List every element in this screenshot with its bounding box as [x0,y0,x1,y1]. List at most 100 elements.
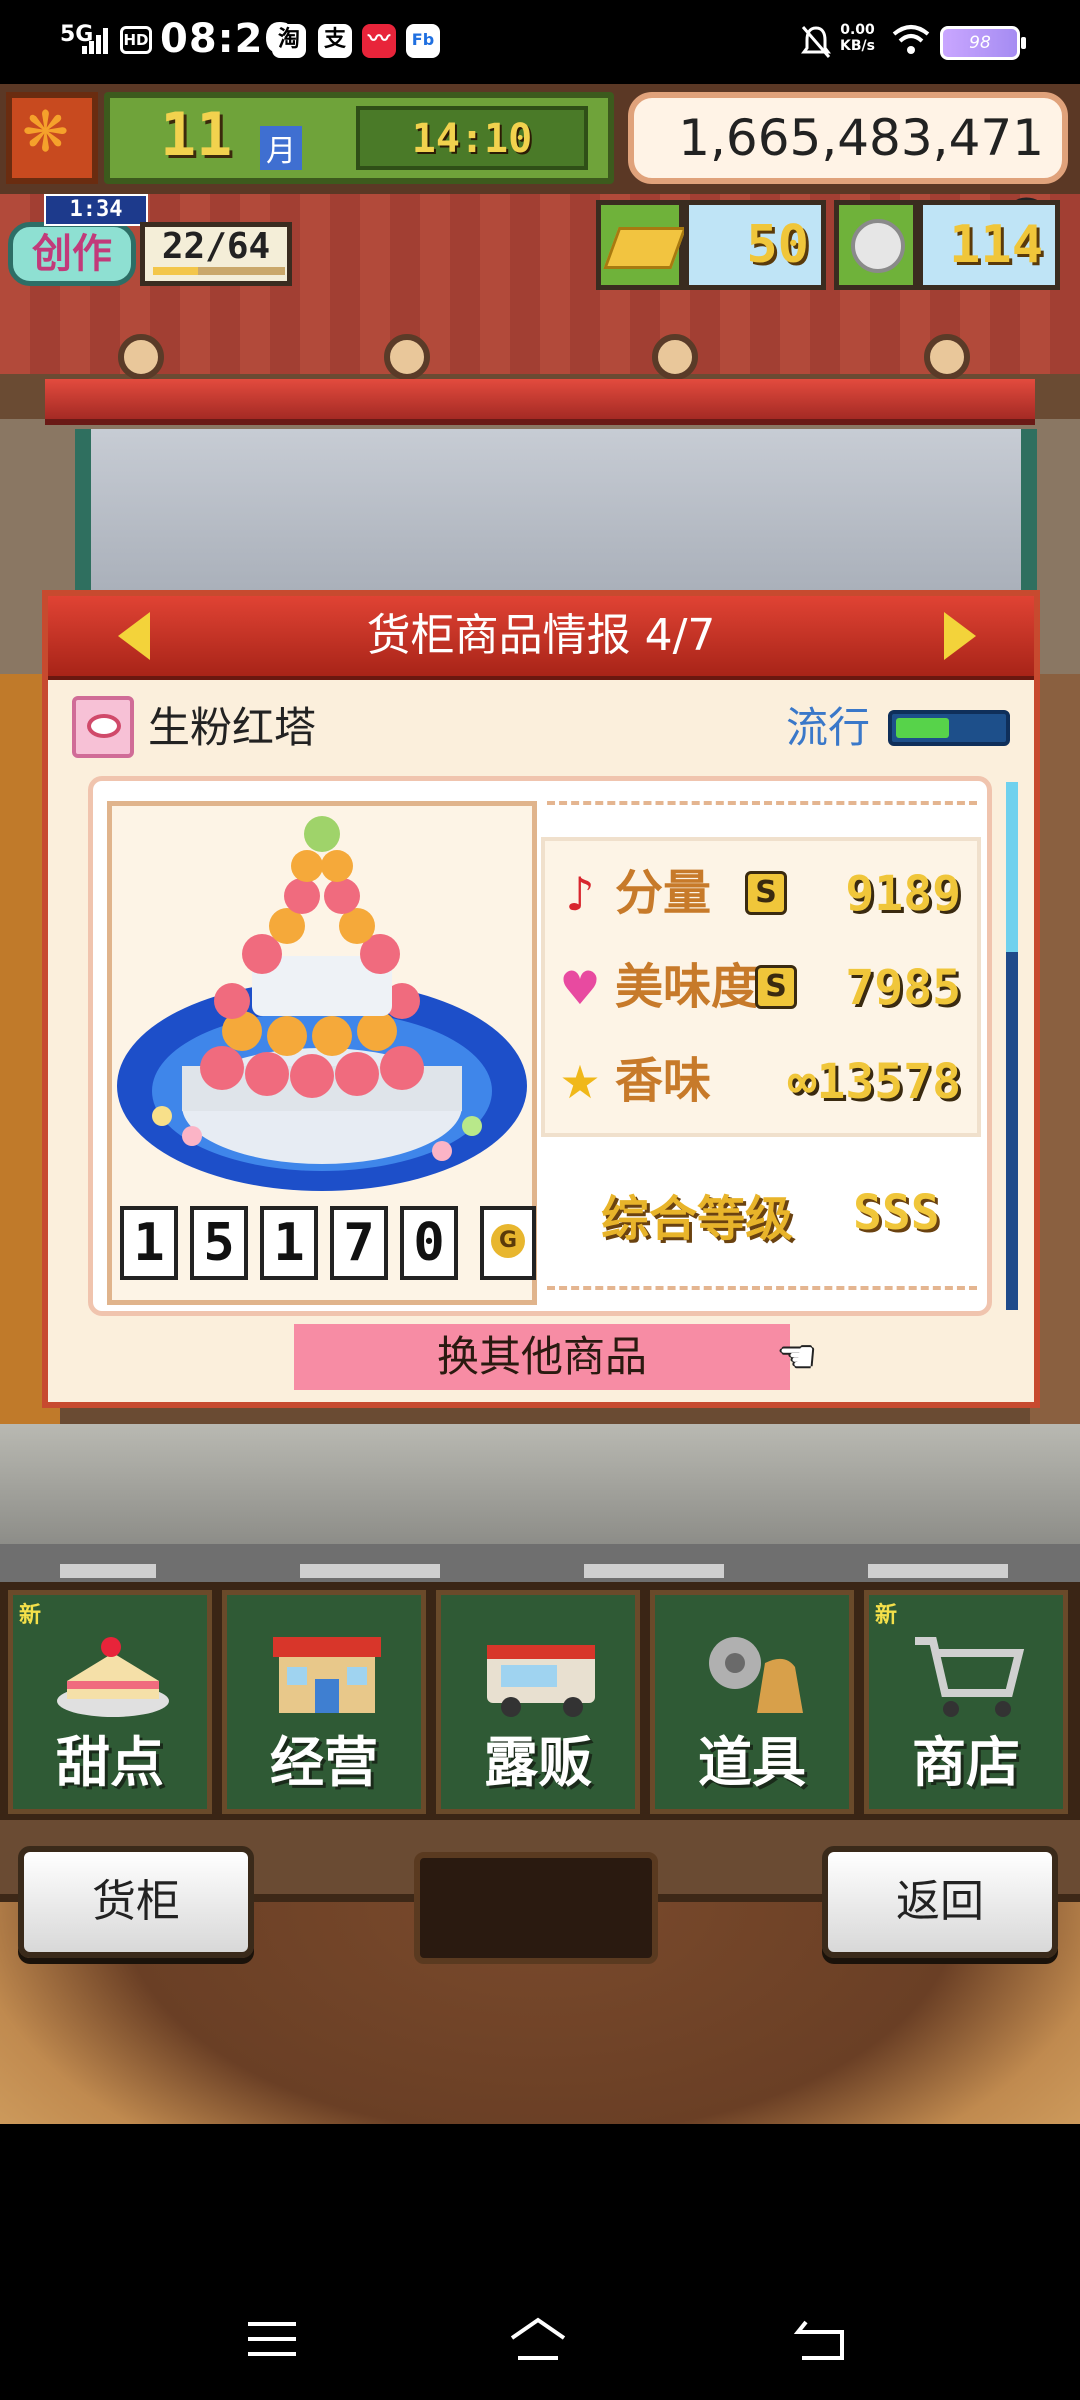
category-label: 甜点 [56,1731,164,1794]
money-display: 1,665,483,471 G [628,92,1068,247]
status-bar: 5G HD 08:26 淘 支 〰 Fb 0.00 KB/s 98 [0,0,1080,84]
app-red-icon: 〰 [362,24,396,58]
product-image-frame: 1 5 1 7 0 G [107,801,537,1305]
month-number: 11 [160,100,233,170]
stat-row-aroma: ★ 香味 ∞13578 [545,1037,977,1127]
overall-rank-label: 综合等级 [601,1191,794,1247]
heart-icon: ♥ [559,961,601,1015]
create-count: 22/64 [140,222,292,286]
alipay-icon: 支 [318,24,352,58]
create-badge[interactable]: 创作 1:34 22/64 [8,194,293,293]
shopping-cart-icon [915,1637,1025,1717]
game-clock: 14:10 [356,106,588,170]
shop-awning [45,379,1035,425]
mute-icon [801,26,831,58]
road-marking [868,1564,1008,1578]
category-label: 露贩 [484,1731,592,1794]
price-display: 1 5 1 7 0 G [120,1206,536,1288]
net-speed: 0.00 KB/s [840,22,875,54]
stats-box: ♪ 分量 S 9189 ♥ 美味度 S 7985 ★ 香味 ∞13578 [541,837,981,1137]
month-unit: 月 [260,126,302,170]
gold-coin-icon: G [480,1206,536,1280]
coin-count: 114 [918,200,1060,290]
shelf-button[interactable]: 货柜 [18,1846,254,1958]
home-icon[interactable] [508,2314,568,2364]
roof-lamp [384,334,430,380]
price-digit: 5 [190,1206,248,1280]
overall-rank-value: SSS [853,1185,940,1241]
sidewalk [0,1424,1080,1544]
food-truck-icon [487,1645,595,1717]
category-manage[interactable]: 经营 [222,1590,426,1814]
stat-rank: S [755,965,797,1009]
category-shop[interactable]: 新 商店 [864,1590,1068,1814]
product-detail-card: 1 5 1 7 0 G ♪ 分量 S 9189 ♥ 美味度 S 7985 ★ 香… [88,776,992,1316]
category-label: 道具 [698,1731,806,1794]
menu-icon[interactable] [242,2314,302,2364]
center-slot [414,1852,658,1964]
system-nav-bar [0,2124,1080,2400]
category-label: 商店 [912,1731,1020,1794]
roof-lamp [118,334,164,380]
scrollbar[interactable] [1006,782,1018,1310]
price-digit: 1 [260,1206,318,1280]
taobao-icon: 淘 [272,24,306,58]
price-digit: 0 [400,1206,458,1280]
trend-label: 流行 [786,703,871,752]
product-info-dialog: 货柜商品情报 4/7 生粉红塔 流行 1 5 1 7 0 G ♪ 分量 S 91… [42,590,1040,1408]
back-nav-icon[interactable] [792,2314,852,2364]
stat-value: 9189 [845,866,961,922]
stat-value: ∞13578 [787,1054,961,1110]
next-arrow-icon[interactable] [944,612,976,660]
lips-icon [72,696,134,758]
signal-icon [82,28,112,54]
battery-icon: 98 [940,26,1026,60]
stat-rank: S [745,871,787,915]
roof-lamp [924,334,970,380]
new-badge: 新 [19,1603,42,1628]
shop-building-icon [273,1637,381,1713]
dialog-header: 货柜商品情报 4/7 [48,596,1034,680]
category-dessert[interactable]: 新 甜点 [8,1590,212,1814]
create-timer: 1:34 [44,194,148,226]
trend-meter [888,710,1010,746]
create-progress-bar [153,267,285,275]
price-digit: 1 [120,1206,178,1280]
back-button[interactable]: 返回 [822,1846,1058,1958]
stat-label: 香味 [615,1053,712,1109]
road-marking [584,1564,724,1578]
gear-and-bag-icon [709,1637,803,1713]
switch-product-button[interactable]: 换其他商品 [294,1324,790,1390]
category-items[interactable]: 道具 [650,1590,854,1814]
wifi-icon [892,25,930,54]
roof-lamp [652,334,698,380]
stat-row-taste: ♥ 美味度 S 7985 [545,943,977,1033]
stat-value: 7985 [845,960,961,1016]
coin-icon [834,200,918,290]
category-stall[interactable]: 露贩 [436,1590,640,1814]
cake-icon [57,1637,169,1717]
road-marking [300,1564,440,1578]
date-panel: 11 月 14:10 [104,92,614,184]
gold-bar-icon [596,200,687,290]
pointing-hand-icon: ☚ [778,1332,816,1381]
fb-icon: Fb [406,24,440,58]
music-note-icon: ♪ [565,867,595,921]
star-icon: ★ [559,1055,601,1109]
new-badge: 新 [875,1603,898,1628]
dialog-title: 货柜商品情报 4/7 [366,610,716,661]
gold-bar-count: 50 [684,200,826,290]
product-name: 生粉红塔 [148,703,317,752]
stat-label: 分量 [615,865,712,921]
stat-row-portion: ♪ 分量 S 9189 [545,849,977,939]
category-label: 经营 [270,1731,378,1794]
stat-label: 美味度 [615,959,760,1015]
category-menu: 新 甜点 经营 露贩 道具 新 商店 [0,1582,1080,1820]
create-label: 创作 [8,222,136,286]
previous-arrow-icon[interactable] [118,612,150,660]
pink-tower-cake-image [117,816,527,1191]
road-marking [60,1564,156,1578]
maple-leaf-icon[interactable]: ❋ [6,92,98,184]
price-digit: 7 [330,1206,388,1280]
hd-icon: HD [120,26,152,54]
